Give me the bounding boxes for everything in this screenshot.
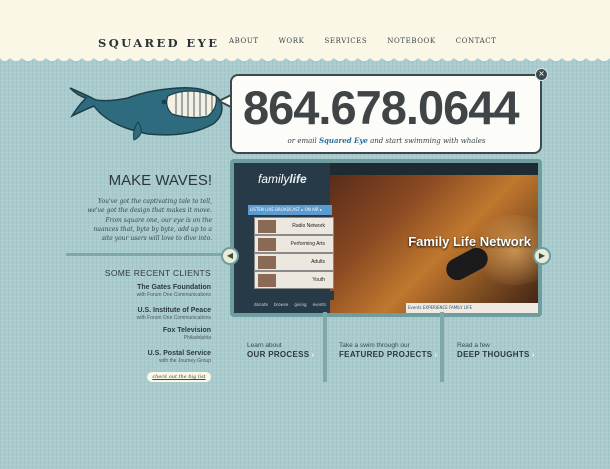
client-sub: Philadelphia <box>183 335 211 341</box>
slide-site-bottom-bar: donate browse giving events <box>254 291 334 307</box>
feature-title: OUR PROCESS › <box>247 350 315 359</box>
feature-featured-projects[interactable]: Take a swim through our FEATURED PROJECT… <box>339 342 437 361</box>
client-item: Fox Television Philadelphia <box>60 326 211 341</box>
email-link[interactable]: Squared Eye <box>319 136 368 145</box>
slide-site-logo: familylife <box>258 172 307 186</box>
big-list-link[interactable]: check out the big list <box>147 372 211 382</box>
microphone-image <box>442 243 492 285</box>
site-logo[interactable]: SQUARED EYE <box>98 36 219 50</box>
feature-kicker: Take a swim through our <box>339 342 410 349</box>
slide-menu-item: Youth <box>254 271 334 289</box>
feature-divider <box>440 312 444 382</box>
client-name: Fox Television <box>162 327 211 334</box>
nav-work[interactable]: WORK <box>279 37 305 45</box>
slider-next-button[interactable]: ▶ <box>533 247 551 265</box>
slide-menu-item: Adults <box>254 253 334 271</box>
slide-menu-item: Performing Arts <box>254 235 334 253</box>
feature-kicker: Learn about <box>247 342 282 349</box>
header-wave-border <box>0 52 610 61</box>
feature-title: FEATURED PROJECTS › <box>339 350 438 359</box>
nav-contact[interactable]: CONTACT <box>456 37 497 45</box>
slide-site-tabs: LISTEN LIVE BROADCAST ▸ ON AIR ▸ <box>248 205 332 215</box>
client-sub: with Forum One Communications <box>136 315 211 321</box>
email-line: or email Squared Eye and start swimming … <box>243 136 530 145</box>
email-prefix: or email <box>287 137 319 145</box>
slider-prev-button[interactable]: ◀ <box>221 247 239 265</box>
slide-site-logo-a: family <box>258 172 290 186</box>
client-item: The Gates Foundation with Forum One Comm… <box>60 283 211 298</box>
close-icon[interactable]: × <box>535 68 548 81</box>
feature-kicker: Read a few <box>457 342 490 349</box>
intro-text: You've got the captivating tale to tell,… <box>87 198 212 243</box>
nav-notebook[interactable]: NOTEBOOK <box>387 37 435 45</box>
section-divider <box>66 253 224 256</box>
feature-divider <box>323 312 327 382</box>
slide-caption: Family Life Network <box>408 234 531 249</box>
client-name: The Gates Foundation <box>137 284 211 291</box>
site-header <box>0 0 610 58</box>
nav-about[interactable]: ABOUT <box>229 37 259 45</box>
feature-title: DEEP THOUGHTS › <box>457 350 535 359</box>
clients-heading: SOME RECENT CLIENTS <box>104 268 211 278</box>
email-suffix: and start swimming with whales <box>367 137 486 145</box>
client-sub: with the Journey Group <box>159 358 211 364</box>
nav-services[interactable]: SERVICES <box>324 37 367 45</box>
client-name: U.S. Postal Service <box>147 350 211 357</box>
feature-deep-thoughts[interactable]: Read a few DEEP THOUGHTS › <box>457 342 535 361</box>
slide-site-logo-b: life <box>289 172 307 186</box>
client-item: U.S. Postal Service with the Journey Gro… <box>60 349 211 364</box>
client-name: U.S. Institute of Peace <box>137 307 211 314</box>
intro-heading: MAKE WAVES! <box>108 172 212 189</box>
feature-our-process[interactable]: Learn about OUR PROCESS › <box>247 342 314 361</box>
main-nav: ABOUT WORK SERVICES NOTEBOOK CONTACT <box>229 37 517 45</box>
client-item: U.S. Institute of Peace with Forum One C… <box>60 306 211 321</box>
portfolio-slide[interactable]: familylife LISTEN LIVE BROADCAST ▸ ON AI… <box>234 163 538 313</box>
slide-menu-item: Radio Network <box>254 217 334 235</box>
whale-mascot-icon <box>69 87 223 141</box>
phone-number[interactable]: 864.678.0644 <box>243 80 520 135</box>
slide-events-bar: Events EXPERIENCE FAMILY LIFE <box>406 303 538 313</box>
client-sub: with Forum One Communications <box>136 292 211 298</box>
